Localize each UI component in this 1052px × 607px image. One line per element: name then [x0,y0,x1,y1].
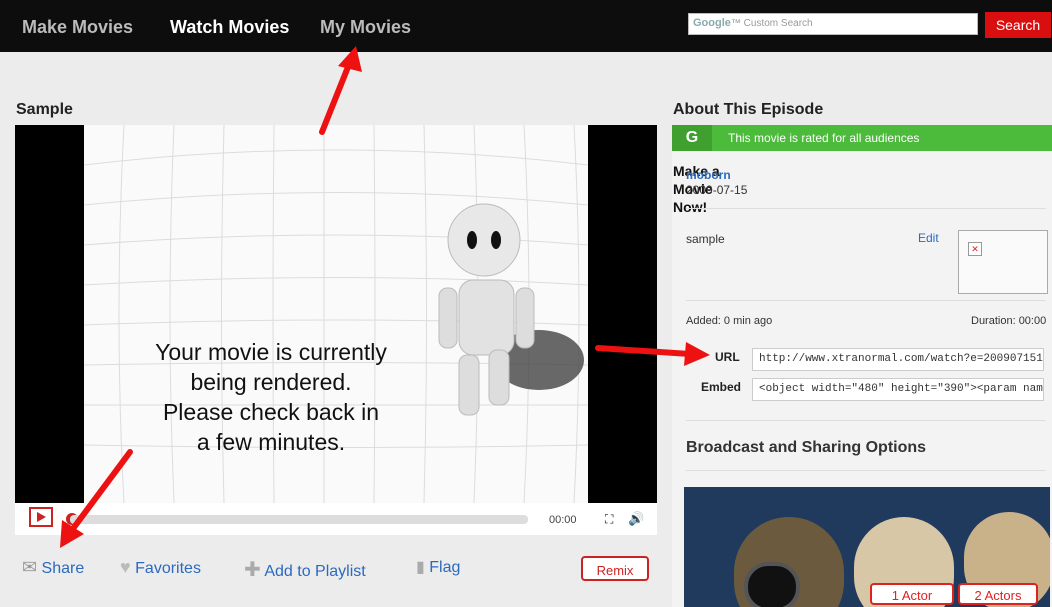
annotation-arrows [60,46,710,548]
